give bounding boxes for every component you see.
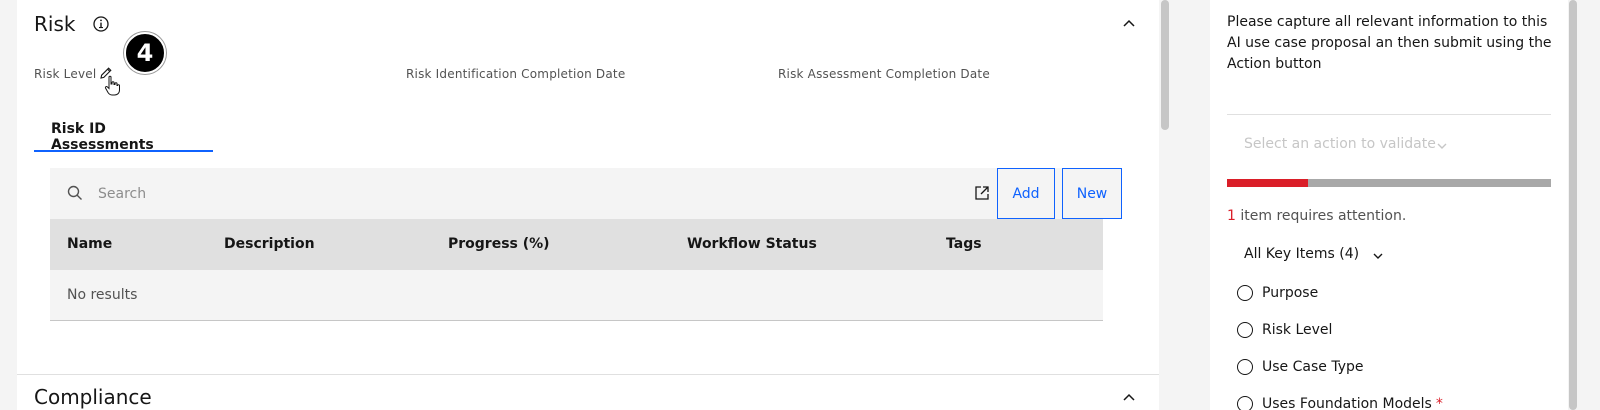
key-item-label: Uses Foundation Models bbox=[1262, 396, 1432, 410]
info-icon[interactable] bbox=[92, 15, 110, 33]
main-scrollbar-thumb[interactable] bbox=[1161, 0, 1169, 130]
panel-scrollbar[interactable] bbox=[1568, 0, 1578, 410]
completion-progress-fill bbox=[1227, 179, 1308, 187]
column-header-progress[interactable]: Progress (%) bbox=[448, 219, 550, 270]
radio-icon[interactable] bbox=[1237, 285, 1253, 301]
column-header-tags[interactable]: Tags bbox=[946, 219, 982, 270]
key-item-label: Use Case Type bbox=[1262, 359, 1364, 375]
attention-text: item requires attention. bbox=[1235, 208, 1407, 224]
chevron-up-icon[interactable] bbox=[1121, 15, 1137, 31]
key-item-label: Risk Level bbox=[1262, 322, 1333, 338]
panel-instructions: Please capture all relevant information … bbox=[1227, 14, 1552, 72]
table-toolbar bbox=[50, 168, 1103, 219]
step-badge: 4 bbox=[124, 32, 166, 74]
table-header: Name Description Progress (%) Workflow S… bbox=[50, 219, 1103, 270]
search-icon bbox=[67, 185, 82, 200]
column-header-workflow-status[interactable]: Workflow Status bbox=[687, 219, 817, 270]
chevron-down-icon[interactable] bbox=[1371, 249, 1385, 263]
completion-progress-bar bbox=[1227, 179, 1551, 187]
compliance-section-header[interactable]: Compliance bbox=[17, 374, 1159, 410]
new-button[interactable]: New bbox=[1062, 168, 1122, 219]
radio-icon[interactable] bbox=[1237, 322, 1253, 338]
field-risk-assessment-date-label: Risk Assessment Completion Date bbox=[778, 67, 990, 81]
validation-panel: Please capture all relevant information … bbox=[1210, 0, 1568, 410]
search-input[interactable] bbox=[98, 168, 918, 219]
key-items-dropdown[interactable]: All Key Items (4) bbox=[1244, 246, 1359, 262]
required-marker: * bbox=[1435, 396, 1443, 410]
compliance-section-title: Compliance bbox=[34, 385, 152, 409]
risk-section-title: Risk bbox=[34, 12, 76, 36]
chevron-up-icon[interactable] bbox=[1121, 389, 1137, 405]
column-header-description[interactable]: Description bbox=[224, 219, 315, 270]
main-scrollbar[interactable] bbox=[1159, 0, 1171, 410]
pointer-hand-icon bbox=[104, 75, 120, 96]
radio-icon[interactable] bbox=[1237, 359, 1253, 375]
panel-scrollbar-thumb[interactable] bbox=[1569, 0, 1577, 410]
key-item-uses-foundation-models[interactable]: Uses Foundation Models * bbox=[1237, 396, 1443, 410]
attention-message: 1 item requires attention. bbox=[1227, 208, 1406, 224]
chevron-down-icon[interactable] bbox=[1435, 139, 1449, 153]
tab-risk-id-assessments[interactable]: Risk ID Assessments bbox=[34, 112, 213, 153]
field-risk-level-label: Risk Level bbox=[34, 67, 97, 81]
radio-icon[interactable] bbox=[1237, 396, 1253, 410]
column-header-name[interactable]: Name bbox=[67, 219, 112, 270]
key-item-label: Purpose bbox=[1262, 285, 1319, 301]
attention-count: 1 bbox=[1227, 208, 1236, 224]
field-risk-identification-date-label: Risk Identification Completion Date bbox=[406, 67, 626, 81]
key-item-purpose[interactable]: Purpose bbox=[1237, 285, 1318, 301]
risk-section: Risk Risk Level 4 Risk Identification Co… bbox=[17, 0, 1159, 410]
key-item-risk-level[interactable]: Risk Level bbox=[1237, 322, 1332, 338]
table-row: No results bbox=[50, 270, 1103, 321]
empty-state-text: No results bbox=[67, 287, 138, 303]
key-item-use-case-type[interactable]: Use Case Type bbox=[1237, 359, 1363, 375]
export-icon[interactable] bbox=[973, 184, 991, 202]
action-select[interactable]: Select an action to validate bbox=[1227, 130, 1551, 162]
divider bbox=[1227, 114, 1551, 115]
add-button[interactable]: Add bbox=[997, 168, 1055, 219]
